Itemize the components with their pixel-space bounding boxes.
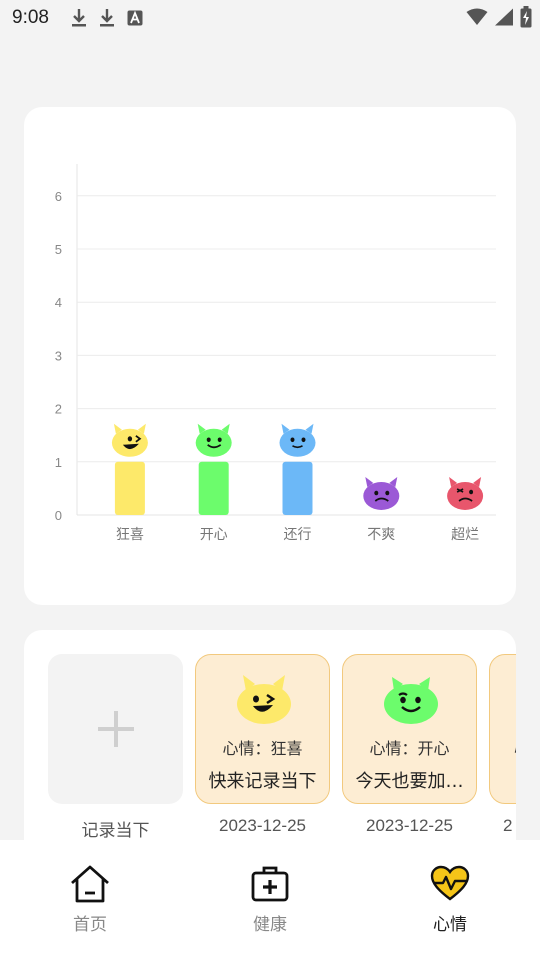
record-text: 今天也要加… bbox=[355, 771, 464, 792]
battery-charging-icon bbox=[520, 6, 532, 28]
mood-record-card[interactable]: 心情：开心 今天也要加… bbox=[342, 654, 477, 804]
x-tick-label: 狂喜 bbox=[116, 527, 144, 543]
bar-还行 bbox=[282, 461, 313, 515]
record-mood: 心情：狂喜 bbox=[222, 739, 303, 758]
medical-kit-icon bbox=[251, 866, 289, 902]
add-record-label: 记录当下 bbox=[81, 821, 150, 840]
nav-item-mood[interactable]: 心情 bbox=[360, 840, 540, 960]
y-tick-label: 6 bbox=[55, 189, 62, 204]
y-tick-label: 5 bbox=[55, 242, 62, 257]
bottom-nav: 首页 健康 心情 bbox=[0, 840, 540, 960]
record-date: 2023-12-25 bbox=[219, 816, 306, 835]
nav-item-home[interactable]: 首页 bbox=[0, 840, 180, 960]
heart-pulse-icon bbox=[430, 865, 470, 901]
a-notification-icon bbox=[127, 10, 143, 26]
bar-开心 bbox=[198, 461, 229, 515]
mood-record-card[interactable]: 心 bbox=[489, 654, 516, 804]
ecstatic-face-icon bbox=[237, 675, 291, 724]
y-tick-label: 4 bbox=[55, 295, 62, 310]
bar-狂喜 bbox=[114, 461, 145, 515]
happy-face-icon bbox=[195, 423, 232, 457]
record-mood: 心情：开心 bbox=[369, 739, 450, 758]
status-bar: 9:08 bbox=[0, 0, 540, 36]
nav-label: 健康 bbox=[253, 915, 287, 935]
wifi-icon bbox=[466, 8, 488, 25]
happy-face-icon bbox=[384, 677, 438, 724]
nav-label: 首页 bbox=[73, 915, 107, 935]
unhappy-face-icon bbox=[363, 477, 400, 510]
y-tick-label: 1 bbox=[55, 455, 62, 470]
plus-icon bbox=[97, 711, 134, 747]
records-strip[interactable]: 心情：狂喜 快来记录当下 心情：开心 今天也要加… 心 bbox=[48, 654, 516, 804]
record-date: 2023-12-25 bbox=[366, 816, 453, 835]
y-tick-label: 3 bbox=[55, 348, 62, 363]
signal-icon bbox=[495, 8, 513, 26]
x-tick-label: 还行 bbox=[284, 527, 312, 543]
nav-label: 心情 bbox=[433, 915, 467, 935]
record-mood: 心 bbox=[490, 735, 516, 759]
home-icon bbox=[71, 865, 109, 903]
okay-face-icon bbox=[279, 423, 316, 457]
download-icon bbox=[99, 9, 114, 27]
y-tick-label: 0 bbox=[55, 508, 62, 523]
add-record-button[interactable] bbox=[48, 654, 183, 804]
mood-bar-chart: 0 1 2 3 4 5 6 狂喜 开心 还行 不爽 超烂 bbox=[55, 164, 496, 543]
mood-records-card[interactable]: 心情：狂喜 快来记录当下 心情：开心 今天也要加… 心 记录当下 2023 bbox=[24, 630, 516, 870]
ecstatic-face-icon bbox=[111, 423, 148, 457]
mood-chart-card: 0 1 2 3 4 5 6 狂喜 开心 还行 不爽 超烂 bbox=[24, 107, 516, 605]
terrible-face-icon bbox=[447, 477, 484, 510]
mood-record-card[interactable]: 心情：狂喜 快来记录当下 bbox=[195, 654, 330, 804]
record-text: 快来记录当下 bbox=[208, 771, 317, 792]
status-time: 9:08 bbox=[12, 7, 49, 28]
x-tick-label: 开心 bbox=[200, 527, 228, 543]
x-tick-label: 不爽 bbox=[367, 527, 395, 543]
y-tick-label: 2 bbox=[55, 402, 62, 417]
download-icon bbox=[71, 9, 86, 27]
record-date: 2 bbox=[503, 816, 513, 835]
nav-item-health[interactable]: 健康 bbox=[180, 840, 360, 960]
x-tick-label: 超烂 bbox=[451, 527, 479, 543]
